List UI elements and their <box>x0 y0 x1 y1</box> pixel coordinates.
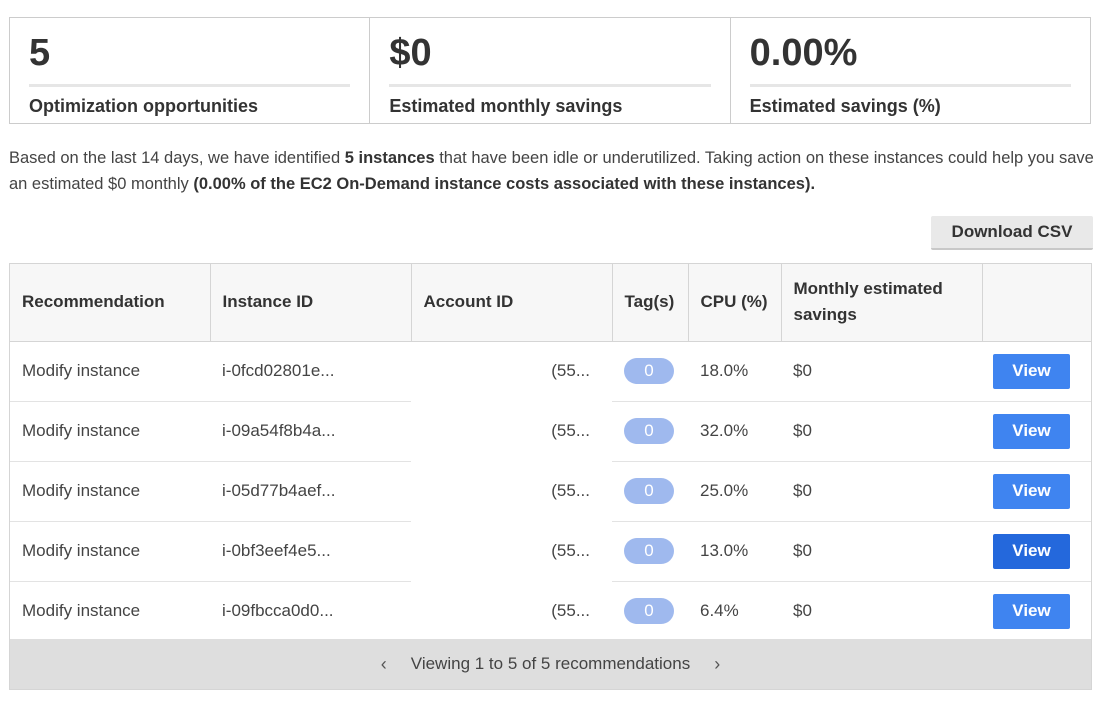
account-id-cell: (55... <box>551 481 590 500</box>
savings-cell: $0 <box>781 521 982 582</box>
cpu-cell: 18.0% <box>688 341 781 402</box>
summary-value: 5 <box>29 30 351 87</box>
recommendation-cell: Modify instance <box>22 601 141 621</box>
recommendation-cell: Modify instance <box>10 341 210 402</box>
action-cell: View <box>982 401 1091 462</box>
savings-cell: $0 <box>781 341 982 402</box>
table-row: Modify instance i-0fcd02801e... (55... 0… <box>10 341 1091 402</box>
chevron-left-icon[interactable]: ‹ <box>375 654 393 675</box>
summary-label: Optimization opportunities <box>29 96 258 116</box>
savings-cell: $0 <box>781 461 982 522</box>
summary-card-opportunities: 5 Optimization opportunities <box>10 18 371 123</box>
tag-count-badge[interactable]: 0 <box>624 598 674 625</box>
pagination-bar: ‹ Viewing 1 to 5 of 5 recommendations › <box>10 639 1091 689</box>
view-button[interactable]: View <box>993 413 1070 449</box>
summary-card-savings-percent: 0.00% Estimated savings (%) <box>731 18 1090 123</box>
summary-panel: 5 Optimization opportunities $0 Estimate… <box>9 17 1091 124</box>
chevron-right-icon[interactable]: › <box>708 654 726 675</box>
instance-id-cell: i-0bf3eef4e5... <box>210 521 411 582</box>
cpu-cell: 13.0% <box>688 521 781 582</box>
pagination-text: Viewing 1 to 5 of 5 recommendations <box>410 654 691 673</box>
column-header-instance-id[interactable]: Instance ID <box>210 264 412 342</box>
tag-count-badge[interactable]: 0 <box>624 478 674 504</box>
instance-id-cell: i-09a54f8b4a... <box>210 401 411 462</box>
tag-count-badge[interactable]: 0 <box>624 538 674 564</box>
recommendation-cell: Modify instance <box>10 521 210 582</box>
column-header-monthly-savings[interactable]: Monthly estimated savings <box>781 264 983 342</box>
summary-value: 0.00% <box>749 30 1071 87</box>
account-id-cell: (55... <box>551 421 590 440</box>
tags-cell: 0 <box>612 461 688 522</box>
cpu-cell: 6.4% <box>700 601 739 621</box>
summary-value: $0 <box>389 30 711 87</box>
view-button[interactable]: View <box>993 593 1070 629</box>
account-id-cell: (55... <box>551 361 590 380</box>
cpu-cell: 25.0% <box>688 461 781 522</box>
tag-count-badge[interactable]: 0 <box>624 358 674 384</box>
view-button[interactable]: View <box>993 533 1070 569</box>
column-header-tags[interactable]: Tag(s) <box>612 264 689 342</box>
action-cell: View <box>982 581 1091 641</box>
view-button[interactable]: View <box>993 473 1070 509</box>
action-cell: View <box>982 341 1091 402</box>
cpu-cell: 32.0% <box>688 401 781 462</box>
recommendation-cell: Modify instance <box>10 401 210 462</box>
summary-label: Estimated monthly savings <box>389 96 623 116</box>
table-row: Modify instance i-05d77b4aef... (55... 0… <box>10 461 1091 522</box>
tags-cell: 0 <box>612 581 688 641</box>
description-text: Based on the last 14 days, we have ident… <box>9 145 1094 197</box>
column-header-actions <box>982 264 1091 342</box>
table-row: Modify instance i-09fbcca0d0... (55... 0… <box>10 581 1091 641</box>
recommendation-cell: Modify instance <box>10 461 210 522</box>
action-cell: View <box>982 461 1091 522</box>
column-header-recommendation[interactable]: Recommendation <box>10 264 211 342</box>
column-header-cpu[interactable]: CPU (%) <box>688 264 782 342</box>
download-csv-button[interactable]: Download CSV <box>931 216 1093 250</box>
account-id-cell: (55... <box>551 541 590 560</box>
view-button[interactable]: View <box>993 353 1070 389</box>
tags-cell: 0 <box>612 521 688 582</box>
description-part: Based on the last 14 days, we have ident… <box>9 149 345 167</box>
description-bold: 5 instances <box>344 149 435 167</box>
summary-card-monthly-savings: $0 Estimated monthly savings <box>370 18 731 123</box>
recommendations-table: Recommendation Instance ID Account ID Ta… <box>10 264 1091 641</box>
account-id-cell: (55... <box>551 601 590 621</box>
instance-id-cell: i-05d77b4aef... <box>210 461 411 522</box>
savings-cell: $0 <box>781 401 982 462</box>
column-header-account-id[interactable]: Account ID <box>411 264 613 342</box>
table-row: Modify instance i-0bf3eef4e5... (55... 0… <box>10 521 1091 582</box>
table-header-row: Recommendation Instance ID Account ID Ta… <box>10 264 1091 342</box>
tags-cell: 0 <box>612 341 688 402</box>
summary-label: Estimated savings (%) <box>749 96 941 116</box>
instance-id-cell: i-0fcd02801e... <box>210 341 411 402</box>
tag-count-badge[interactable]: 0 <box>624 418 674 444</box>
recommendations-table-container: Recommendation Instance ID Account ID Ta… <box>9 263 1092 690</box>
tags-cell: 0 <box>612 401 688 462</box>
description-bold: (0.00% of the EC2 On-Demand instance cos… <box>193 175 816 193</box>
savings-cell: $0 <box>793 601 812 621</box>
instance-id-cell: i-09fbcca0d0... <box>222 601 334 621</box>
action-cell: View <box>982 521 1091 582</box>
table-row: Modify instance i-09a54f8b4a... (55... 0… <box>10 401 1091 462</box>
